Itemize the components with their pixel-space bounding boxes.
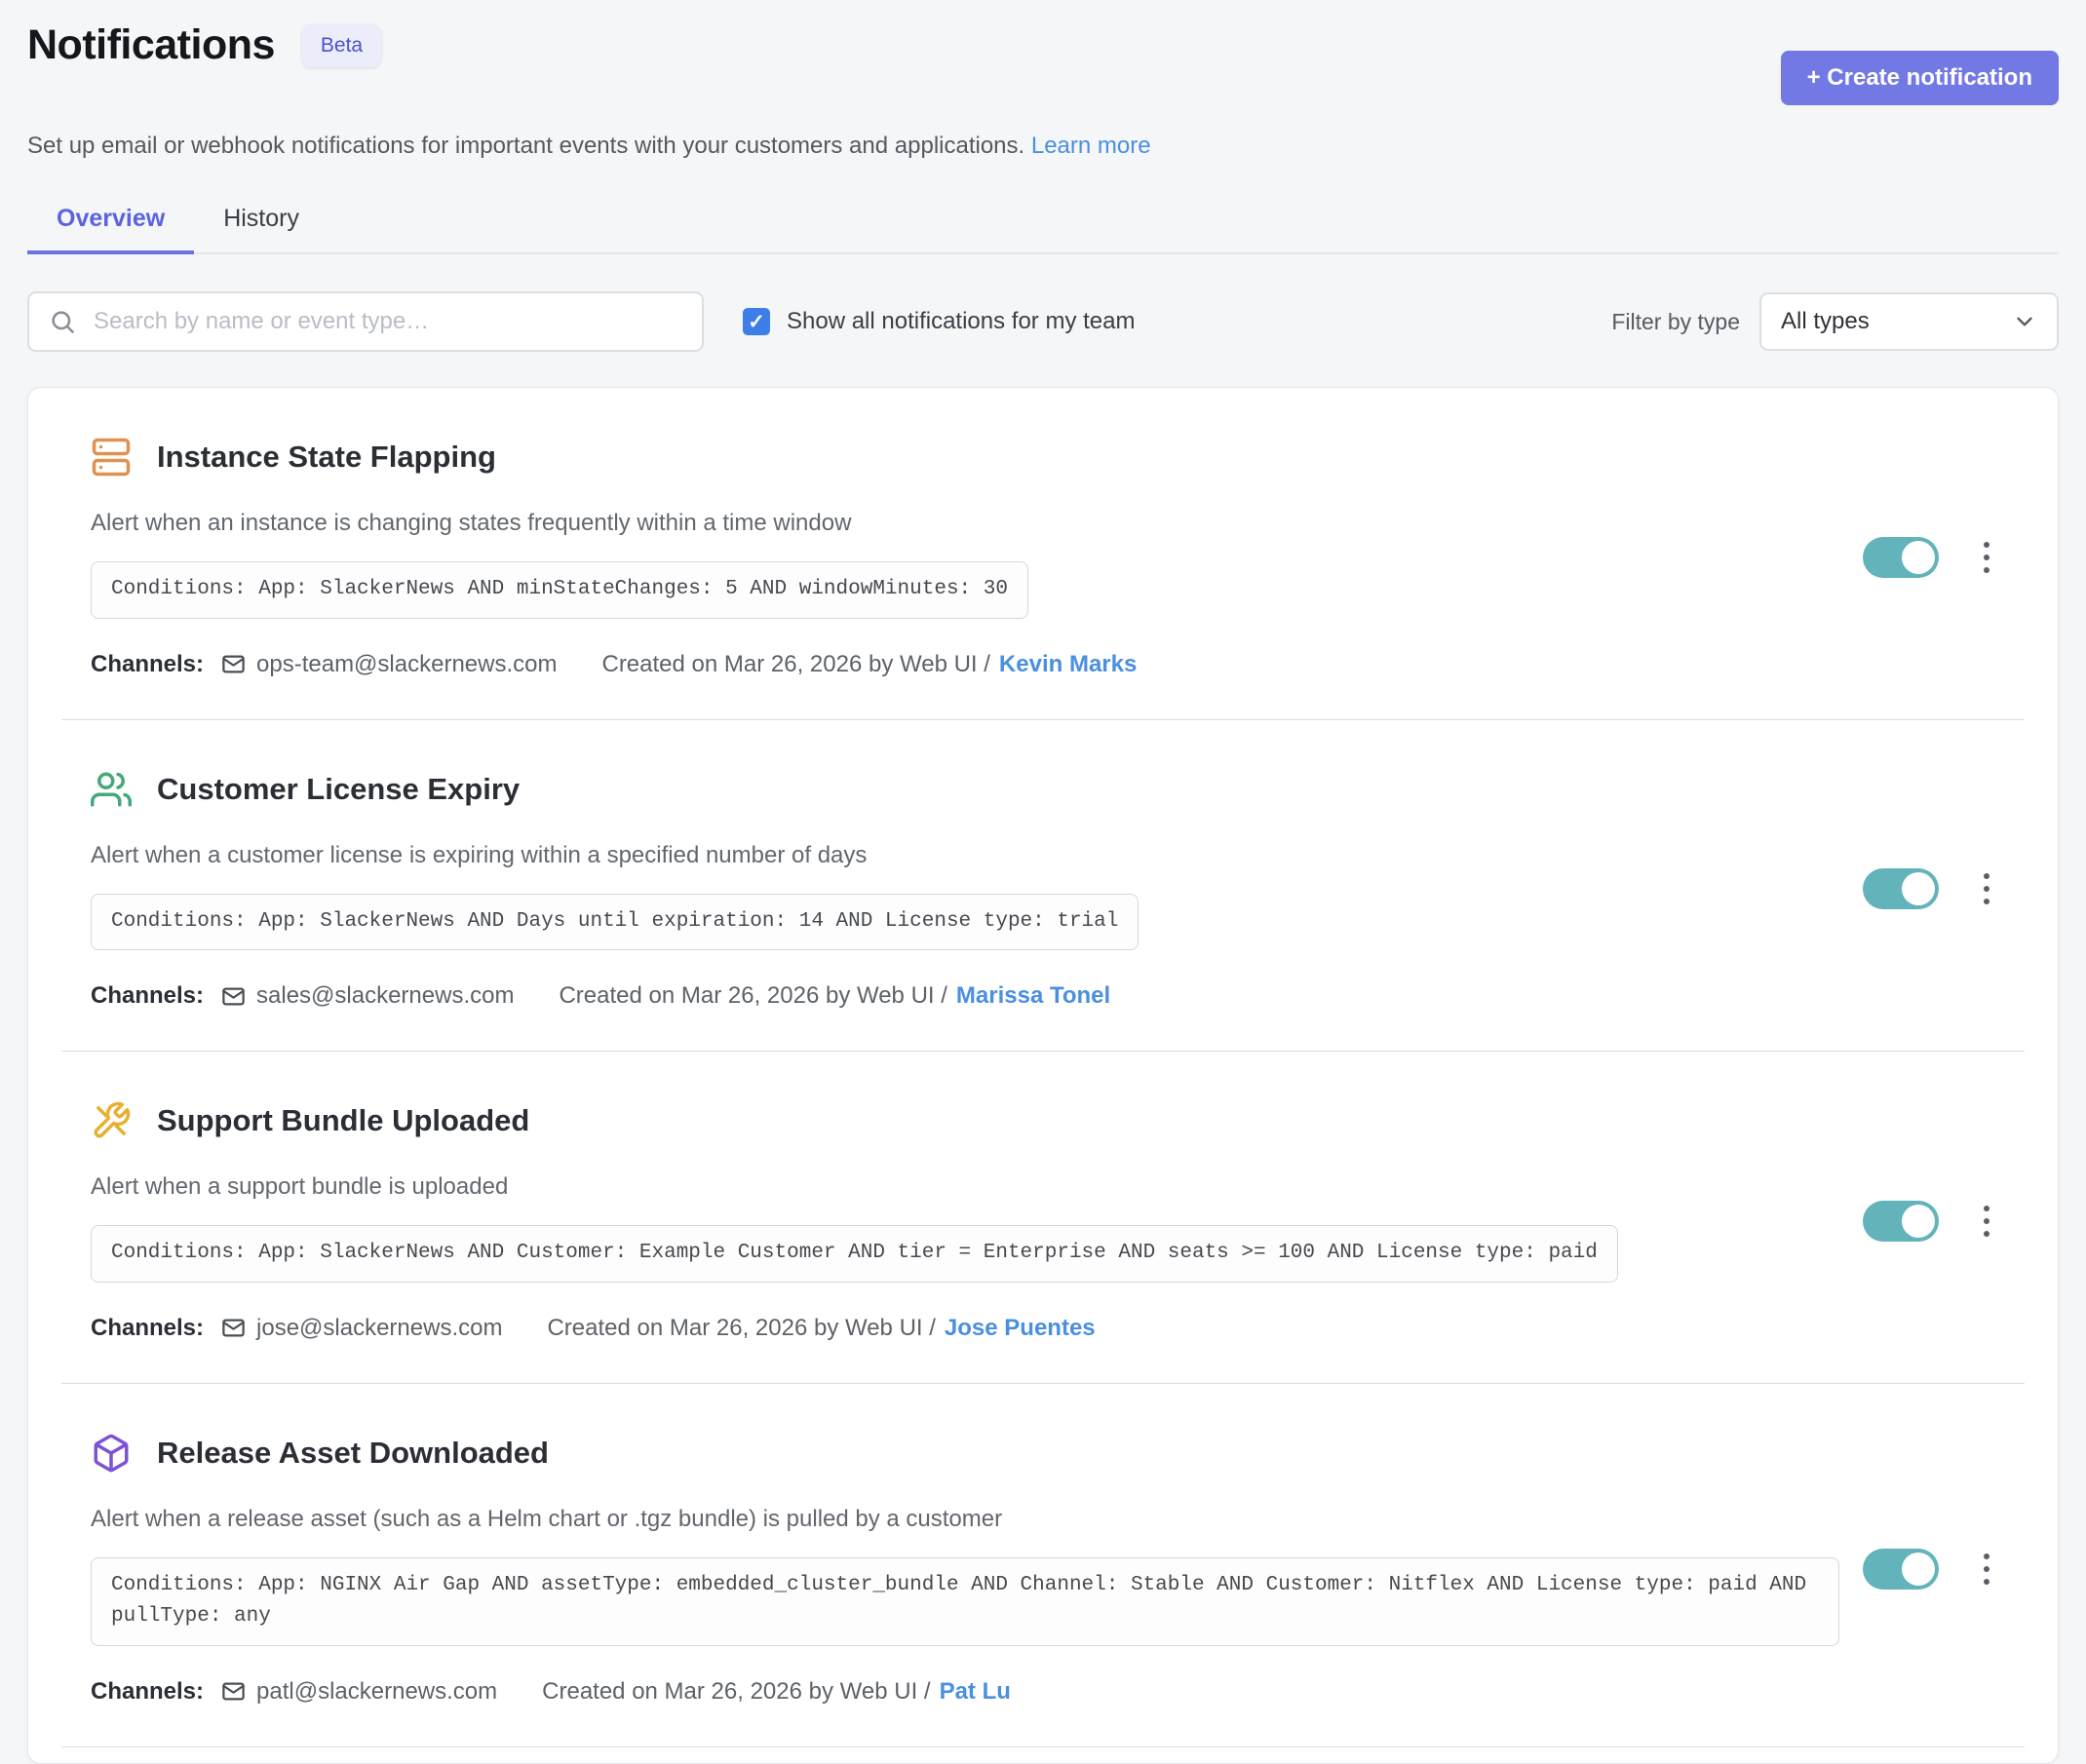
channel-email: patl@slackernews.com — [256, 1678, 497, 1706]
kebab-menu-icon[interactable] — [1978, 1200, 1995, 1243]
team-checkbox[interactable]: ✓ — [743, 308, 770, 335]
notification-conditions: Conditions: App: NGINX Air Gap AND asset… — [91, 1557, 1839, 1646]
tab-overview[interactable]: Overview — [27, 189, 194, 254]
tab-bar: Overview History — [27, 189, 2059, 254]
created-by-link[interactable]: Marissa Tonel — [956, 982, 1110, 1010]
tab-history[interactable]: History — [194, 189, 328, 254]
notification-list: Instance State Flapping Alert when an in… — [27, 387, 2059, 1764]
toggle-knob — [1902, 1553, 1935, 1586]
enable-toggle[interactable] — [1863, 537, 1939, 578]
page-title: Notifications — [27, 21, 275, 69]
notification-title: Release Asset Downloaded — [157, 1436, 549, 1471]
channel-email: jose@slackernews.com — [256, 1315, 502, 1342]
server-icon — [91, 437, 132, 478]
notification-description: Alert when a release asset (such as a He… — [91, 1506, 1839, 1533]
notification-row-support-bundle-uploaded: Support Bundle Uploaded Alert when a sup… — [61, 1052, 2025, 1384]
notification-title: Customer License Expiry — [157, 772, 520, 807]
channels-label: Channels: — [91, 1315, 204, 1342]
channels-label: Channels: — [91, 982, 204, 1010]
created-by-link[interactable]: Pat Lu — [940, 1678, 1011, 1706]
channels-label: Channels: — [91, 1678, 204, 1706]
toggle-knob — [1902, 541, 1935, 574]
search-input[interactable] — [92, 307, 682, 336]
type-filter-select[interactable]: All types — [1759, 292, 2059, 351]
enable-toggle[interactable] — [1863, 1549, 1939, 1590]
created-text: Created on Mar 26, 2026 by Web UI / — [542, 1678, 930, 1706]
notification-title: Instance State Flapping — [157, 440, 496, 475]
email-icon — [220, 1315, 247, 1341]
channel-email: sales@slackernews.com — [256, 982, 514, 1010]
notification-conditions: Conditions: App: SlackerNews AND Days un… — [91, 894, 1139, 951]
notification-description: Alert when a customer license is expirin… — [91, 842, 1839, 869]
subtitle-text: Set up email or webhook notifications fo… — [27, 133, 1024, 159]
users-icon — [91, 769, 132, 810]
learn-more-link[interactable]: Learn more — [1031, 133, 1151, 159]
toggle-knob — [1902, 1205, 1935, 1238]
email-icon — [220, 651, 247, 677]
chevron-down-icon — [2012, 309, 2037, 334]
enable-toggle[interactable] — [1863, 1201, 1939, 1242]
channels-label: Channels: — [91, 651, 204, 678]
search-icon — [49, 308, 76, 335]
tools-icon — [91, 1100, 132, 1141]
notification-description: Alert when a support bundle is uploaded — [91, 1173, 1839, 1201]
page-subtitle: Set up email or webhook notifications fo… — [27, 133, 2059, 160]
create-notification-button[interactable]: + Create notification — [1781, 51, 2059, 105]
notification-description: Alert when an instance is changing state… — [91, 510, 1839, 537]
created-text: Created on Mar 26, 2026 by Web UI / — [547, 1315, 935, 1342]
kebab-menu-icon[interactable] — [1978, 1548, 1995, 1591]
page-header: Notifications Beta + Create notification — [27, 21, 2059, 105]
type-filter-value: All types — [1781, 308, 1870, 335]
notification-row-instance-state-flapping: Instance State Flapping Alert when an in… — [61, 388, 2025, 720]
toggle-knob — [1902, 872, 1935, 905]
package-icon — [91, 1433, 132, 1474]
team-checkbox-label: Show all notifications for my team — [787, 308, 1135, 335]
notification-conditions: Conditions: App: SlackerNews AND minStat… — [91, 561, 1028, 619]
notification-title: Support Bundle Uploaded — [157, 1103, 529, 1138]
notifications-page: Notifications Beta + Create notification… — [0, 0, 2086, 1764]
filter-by-type-label: Filter by type — [1611, 309, 1740, 335]
channel-email: ops-team@slackernews.com — [256, 651, 557, 678]
beta-badge: Beta — [302, 24, 381, 67]
team-checkbox-wrap[interactable]: ✓ Show all notifications for my team — [743, 308, 1135, 335]
email-icon — [220, 1678, 247, 1705]
created-text: Created on Mar 26, 2026 by Web UI / — [601, 651, 989, 678]
search-box[interactable] — [27, 291, 704, 352]
enable-toggle[interactable] — [1863, 868, 1939, 909]
filter-row: ✓ Show all notifications for my team Fil… — [27, 291, 2059, 352]
notification-row-release-asset-downloaded: Release Asset Downloaded Alert when a re… — [61, 1384, 2025, 1747]
created-by-link[interactable]: Jose Puentes — [945, 1315, 1096, 1342]
email-icon — [220, 983, 247, 1010]
created-text: Created on Mar 26, 2026 by Web UI / — [559, 982, 946, 1010]
kebab-menu-icon[interactable] — [1978, 867, 1995, 910]
notification-conditions: Conditions: App: SlackerNews AND Custome… — [91, 1225, 1618, 1283]
kebab-menu-icon[interactable] — [1978, 536, 1995, 579]
notification-row-customer-license-expiry: Customer License Expiry Alert when a cus… — [61, 720, 2025, 1053]
created-by-link[interactable]: Kevin Marks — [999, 651, 1137, 678]
